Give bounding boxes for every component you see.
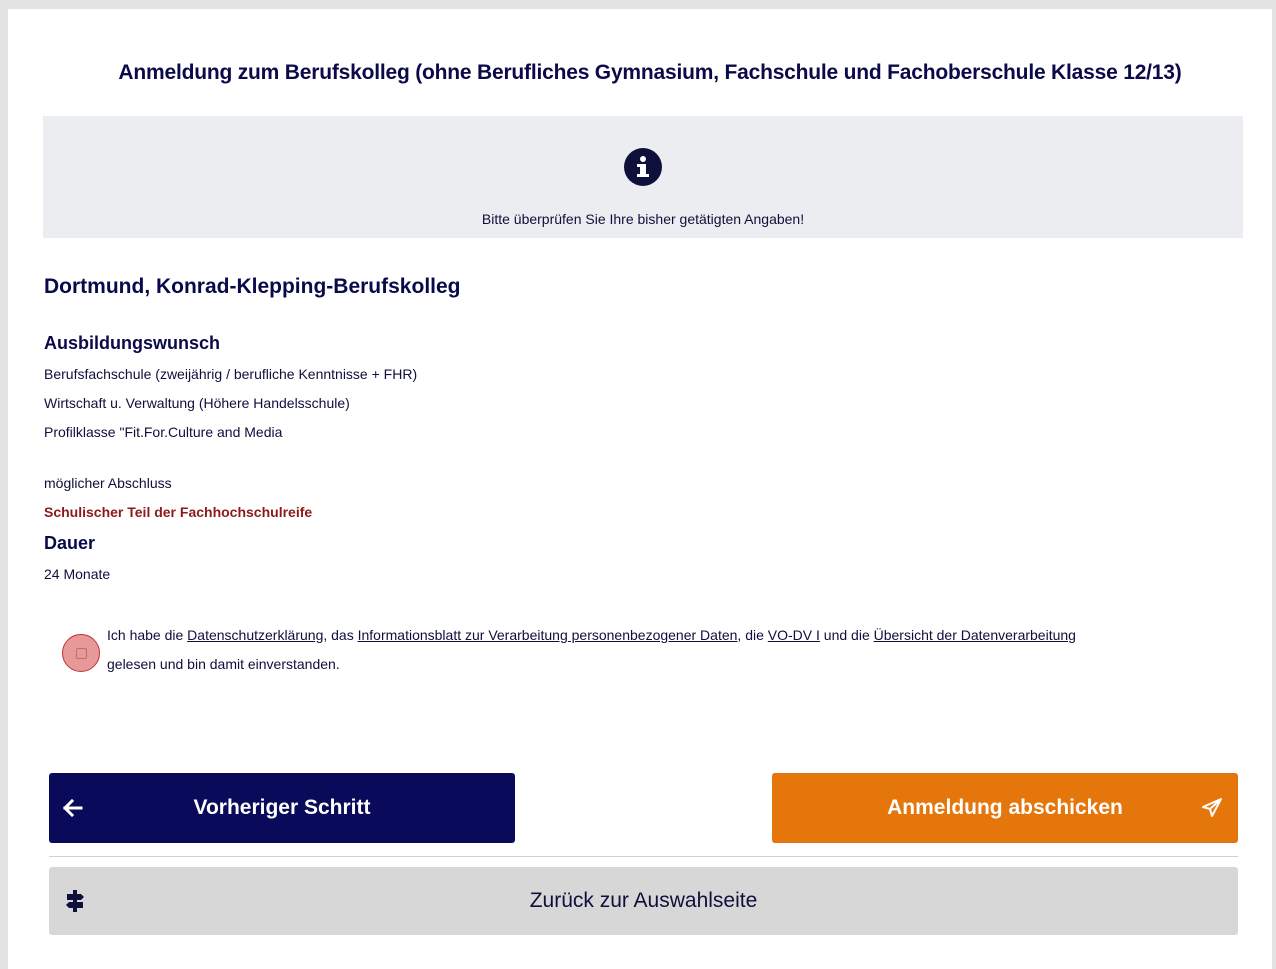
back-to-selection-button[interactable]: Zurück zur Auswahlseite — [49, 867, 1238, 935]
abschluss-label: möglicher Abschluss — [44, 475, 172, 491]
signpost-icon — [65, 867, 85, 935]
previous-step-label: Vorheriger Schritt — [193, 796, 371, 819]
abschluss-value: Schulischer Teil der Fachhochschulreife — [44, 504, 313, 520]
paper-plane-icon — [1200, 773, 1224, 843]
consent-text: Ich habe die Datenschutzerklärung, das I… — [107, 621, 1257, 679]
ausbildungswunsch-line: Berufsfachschule (zweijährig / beruflich… — [44, 366, 418, 382]
info-box: Bitte überprüfen Sie Ihre bisher getätig… — [43, 116, 1243, 238]
divider — [49, 856, 1238, 857]
consent-text-part: Ich habe die — [107, 627, 188, 643]
school-name: Dortmund, Konrad-Klepping-Berufskolleg — [44, 275, 461, 298]
consent-checkbox[interactable] — [62, 634, 100, 672]
checkbox-box-icon — [76, 648, 87, 659]
submit-label: Anmeldung abschicken — [887, 796, 1123, 819]
submit-button[interactable]: Anmeldung abschicken — [772, 773, 1238, 843]
informationsblatt-link[interactable]: Informationsblatt zur Verarbeitung perso… — [358, 627, 738, 643]
back-to-selection-label: Zurück zur Auswahlseite — [529, 889, 758, 912]
consent-text-part: , die — [737, 627, 768, 643]
page-title: Anmeldung zum Berufskolleg (ohne Berufli… — [118, 61, 1182, 84]
dauer-value: 24 Monate — [44, 566, 111, 582]
info-message: Bitte überprüfen Sie Ihre bisher getätig… — [481, 211, 805, 227]
datenschutz-link[interactable]: Datenschutzerklärung — [187, 627, 323, 643]
arrow-left-icon — [63, 773, 83, 843]
page-frame: Anmeldung zum Berufskolleg (ohne Berufli… — [8, 9, 1272, 969]
uebersicht-link[interactable]: Übersicht der Datenverarbeitung — [874, 627, 1076, 643]
consent-text-part: und die — [819, 627, 874, 643]
ausbildungswunsch-line: Wirtschaft u. Verwaltung (Höhere Handels… — [44, 395, 350, 411]
consent-text-part: , das — [323, 627, 358, 643]
dauer-heading: Dauer — [44, 533, 96, 553]
consent-text-part: gelesen und bin damit einverstanden. — [107, 656, 340, 672]
previous-step-button[interactable]: Vorheriger Schritt — [49, 773, 515, 843]
info-icon — [624, 148, 662, 186]
vo-dv-link[interactable]: VO-DV I — [768, 627, 820, 643]
ausbildungswunsch-heading: Ausbildungswunsch — [44, 333, 221, 353]
ausbildungswunsch-line: Profilklasse "Fit.For.Culture and Media — [44, 424, 283, 440]
